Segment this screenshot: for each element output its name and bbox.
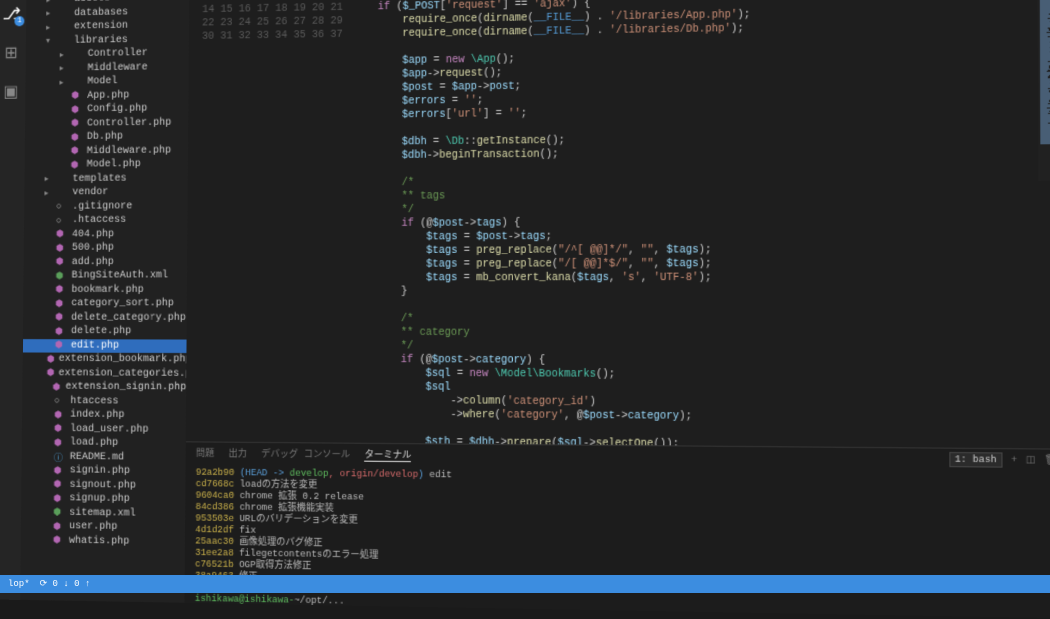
file-explorer[interactable]: ▸assets▸databases▸extension▾libraries▸Co… (20, 0, 189, 603)
tree-item-index-php[interactable]: ⬢index.php (22, 408, 186, 423)
tree-item-bookmark-php[interactable]: ⬢bookmark.php (24, 283, 188, 297)
tree-item-load_user-php[interactable]: ⬢load_user.php (22, 422, 186, 437)
tree-item-500-php[interactable]: ⬢500.php (24, 241, 188, 255)
status-bar: lop* ⟳ 0 ↓ 0 ↑ (0, 575, 1050, 593)
tree-item-whatis-php[interactable]: ⬢whatis.php (21, 533, 185, 549)
minimap[interactable] (1037, 0, 1050, 181)
tree-item--gitignore[interactable]: ○.gitignore (24, 199, 187, 214)
status-branch[interactable]: lop* (8, 579, 30, 589)
tree-item-extension_categories-php[interactable]: ⬢extension_categories.php (23, 366, 187, 381)
tree-item-Model-php[interactable]: ⬢Model.php (25, 158, 188, 173)
trash-icon[interactable]: 🗑 (1044, 455, 1050, 466)
code-pane[interactable]: 3 4 5 6 7 8 9 10 11 12 13 14 15 16 17 18… (186, 0, 1050, 449)
line-gutter: 3 4 5 6 7 8 9 10 11 12 13 14 15 16 17 18… (186, 0, 353, 443)
tree-item-BingSiteAuth-xml[interactable]: ⬢BingSiteAuth.xml (24, 269, 188, 283)
panel-tab-1[interactable]: 出力 (228, 446, 246, 461)
editor-area: ◫ 3 4 5 6 7 8 9 10 11 12 13 14 15 16 17 … (185, 0, 1050, 619)
terminal-output[interactable]: 92a2b90 (HEAD -> develop, origin/develop… (185, 463, 1050, 619)
split-terminal-icon[interactable]: ◫ (1026, 455, 1036, 466)
panel-tab-3[interactable]: ターミナル (365, 447, 412, 462)
tree-item-Controller-php[interactable]: ⬢Controller.php (25, 116, 188, 131)
tree-item-extension_bookmark-php[interactable]: ⬢extension_bookmark.php (23, 352, 187, 367)
tree-item-delete-php[interactable]: ⬢delete.php (23, 325, 187, 339)
panel-tab-2[interactable]: デバッグ コンソール (261, 446, 350, 461)
tree-item-htaccess[interactable]: ○htaccess (22, 394, 186, 409)
panel-tab-0[interactable]: 問題 (196, 446, 214, 461)
tree-item-category_sort-php[interactable]: ⬢category_sort.php (23, 297, 187, 311)
tree-item--htaccess[interactable]: ○.htaccess (24, 213, 188, 228)
source-control-icon[interactable]: ⎇1 (2, 4, 20, 25)
tree-item-delete_category-php[interactable]: ⬢delete_category.php (23, 311, 187, 325)
terminal-selector[interactable]: 1: bash (949, 452, 1002, 468)
tree-item-404-php[interactable]: ⬢404.php (24, 227, 188, 241)
code-content[interactable]: if (isset($_SERVER['HTTP_X_REQUESTED_WIT… (350, 0, 1050, 449)
debug-icon[interactable]: ▣ (3, 81, 18, 102)
tree-item-load-php[interactable]: ⬢load.php (22, 436, 186, 451)
tree-item-Db-php[interactable]: ⬢Db.php (25, 130, 188, 145)
tree-item-Middleware-php[interactable]: ⬢Middleware.php (25, 144, 188, 159)
tree-item-templates[interactable]: ▸templates (25, 171, 188, 186)
status-sync[interactable]: ⟳ 0 ↓ 0 ↑ (40, 579, 91, 589)
tree-item-extension_signin-php[interactable]: ⬢extension_signin.php (23, 380, 187, 395)
tree-item-vendor[interactable]: ▸vendor (25, 185, 188, 200)
scm-badge: 1 (15, 16, 25, 26)
new-terminal-icon[interactable]: + (1011, 455, 1017, 466)
tree-item-add-php[interactable]: ⬢add.php (24, 255, 188, 269)
extensions-icon[interactable]: ⊞ (4, 43, 17, 64)
tree-item-edit-php[interactable]: ⬢edit.php (23, 339, 187, 353)
